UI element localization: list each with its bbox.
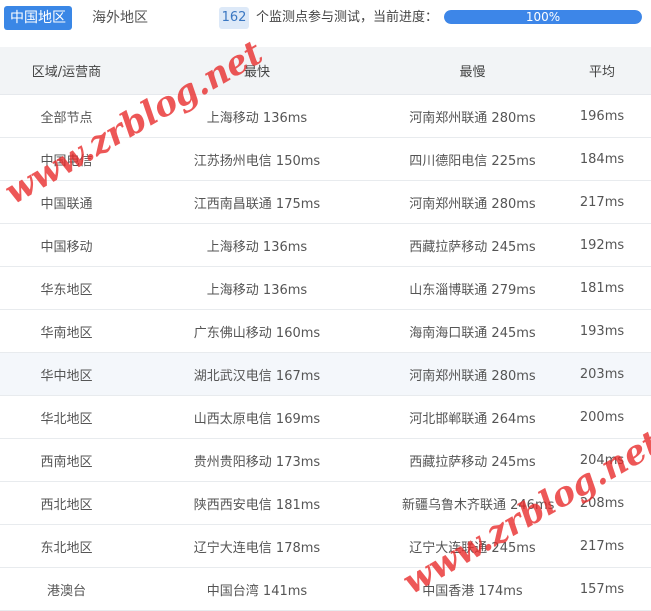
table-row: 东北地区 辽宁大连电信 178ms 辽宁大连联通 245ms 217ms [0,524,651,568]
table-row: 华北地区 山西太原电信 169ms 河北邯郸联通 264ms 200ms [0,395,651,439]
cell-fastest: 江苏扬州电信 150ms [142,137,372,181]
cell-fastest: 湖北武汉电信 167ms [142,352,372,396]
cell-region: 西南地区 [0,438,142,482]
cell-fastest: 广东佛山移动 160ms [142,309,372,353]
tab-china-region[interactable]: 中国地区 [4,6,72,30]
header-region: 区域/运营商 [0,47,142,95]
cell-region: 东北地区 [0,524,142,568]
table-row: 华南地区 广东佛山移动 160ms 海南海口联通 245ms 193ms [0,309,651,353]
cell-region: 中国联通 [0,180,142,224]
cell-region: 港澳台 [0,567,142,611]
table-row: 中国移动 上海移动 136ms 西藏拉萨移动 245ms 192ms [0,223,651,267]
cell-average: 157ms [544,567,651,611]
cell-slowest: 河南郑州联通 280ms [372,352,544,396]
cell-slowest: 中国香港 174ms [372,567,544,611]
table-row: 全部节点 上海移动 136ms 河南郑州联通 280ms 196ms [0,94,651,138]
cell-average: 204ms [544,438,651,482]
cell-average: 217ms [544,524,651,568]
header-fastest: 最快 [142,47,372,95]
cell-slowest: 河北邯郸联通 264ms [372,395,544,439]
cell-fastest: 上海移动 136ms [142,266,372,310]
cell-slowest: 河南郑州联通 280ms [372,94,544,138]
table-row: 华东地区 上海移动 136ms 山东淄博联通 279ms 181ms [0,266,651,310]
cell-slowest: 新疆乌鲁木齐联通 246ms [372,481,554,525]
cell-region: 华东地区 [0,266,142,310]
status-text: 个监测点参与测试，当前进度： [256,10,439,25]
cell-fastest: 山西太原电信 169ms [142,395,372,439]
cell-average: 208ms [544,481,651,525]
cell-region: 中国移动 [0,223,142,267]
cell-region: 全部节点 [0,94,142,138]
cell-slowest: 海南海口联通 245ms [372,309,544,353]
cell-slowest: 西藏拉萨移动 245ms [372,223,544,267]
cell-average: 181ms [544,266,651,310]
progress-label: 100% [525,10,561,24]
table-row: 港澳台 中国台湾 141ms 中国香港 174ms 157ms [0,567,651,611]
cell-fastest: 陕西西安电信 181ms [142,481,372,525]
cell-fastest: 上海移动 136ms [142,223,372,267]
table-row: 西南地区 贵州贵阳移动 173ms 西藏拉萨移动 245ms 204ms [0,438,651,482]
cell-region: 华中地区 [0,352,142,396]
cell-fastest: 辽宁大连电信 178ms [142,524,372,568]
cell-region: 华北地区 [0,395,142,439]
cell-region: 西北地区 [0,481,142,525]
header-slowest: 最慢 [372,47,544,95]
cell-average: 192ms [544,223,651,267]
progress-bar: 100% [444,10,642,24]
table-row: 中国电信 江苏扬州电信 150ms 四川德阳电信 225ms 184ms [0,137,651,181]
cell-slowest: 山东淄博联通 279ms [372,266,544,310]
cell-fastest: 贵州贵阳移动 173ms [142,438,372,482]
cell-average: 217ms [544,180,651,224]
header-average: 平均 [544,47,651,95]
cell-average: 203ms [544,352,651,396]
cell-fastest: 江西南昌联通 175ms [142,180,372,224]
cell-slowest: 四川德阳电信 225ms [372,137,544,181]
cell-slowest: 西藏拉萨移动 245ms [372,438,544,482]
cell-average: 193ms [544,309,651,353]
cell-average: 196ms [544,94,651,138]
cell-average: 200ms [544,395,651,439]
table-header-row: 区域/运营商 最快 最慢 平均 [0,47,651,95]
table-row: 中国联通 江西南昌联通 175ms 河南郑州联通 280ms 217ms [0,180,651,224]
cell-region: 华南地区 [0,309,142,353]
table-row: 华中地区 湖北武汉电信 167ms 河南郑州联通 280ms 203ms [0,352,651,396]
cell-average: 184ms [544,137,651,181]
cell-fastest: 上海移动 136ms [142,94,372,138]
results-table: 区域/运营商 最快 最慢 平均 全部节点 上海移动 136ms 河南郑州联通 280… [0,47,651,611]
cell-slowest: 河南郑州联通 280ms [372,180,544,224]
cell-slowest: 辽宁大连联通 245ms [372,524,544,568]
tab-overseas-region[interactable]: 海外地区 [86,6,154,30]
table-row: 西北地区 陕西西安电信 181ms 新疆乌鲁木齐联通 246ms 208ms [0,481,651,525]
cell-fastest: 中国台湾 141ms [142,567,372,611]
top-bar: 中国地区 海外地区 162 个监测点参与测试，当前进度： 100% [0,0,651,34]
node-count-badge: 162 [219,7,249,29]
cell-region: 中国电信 [0,137,142,181]
